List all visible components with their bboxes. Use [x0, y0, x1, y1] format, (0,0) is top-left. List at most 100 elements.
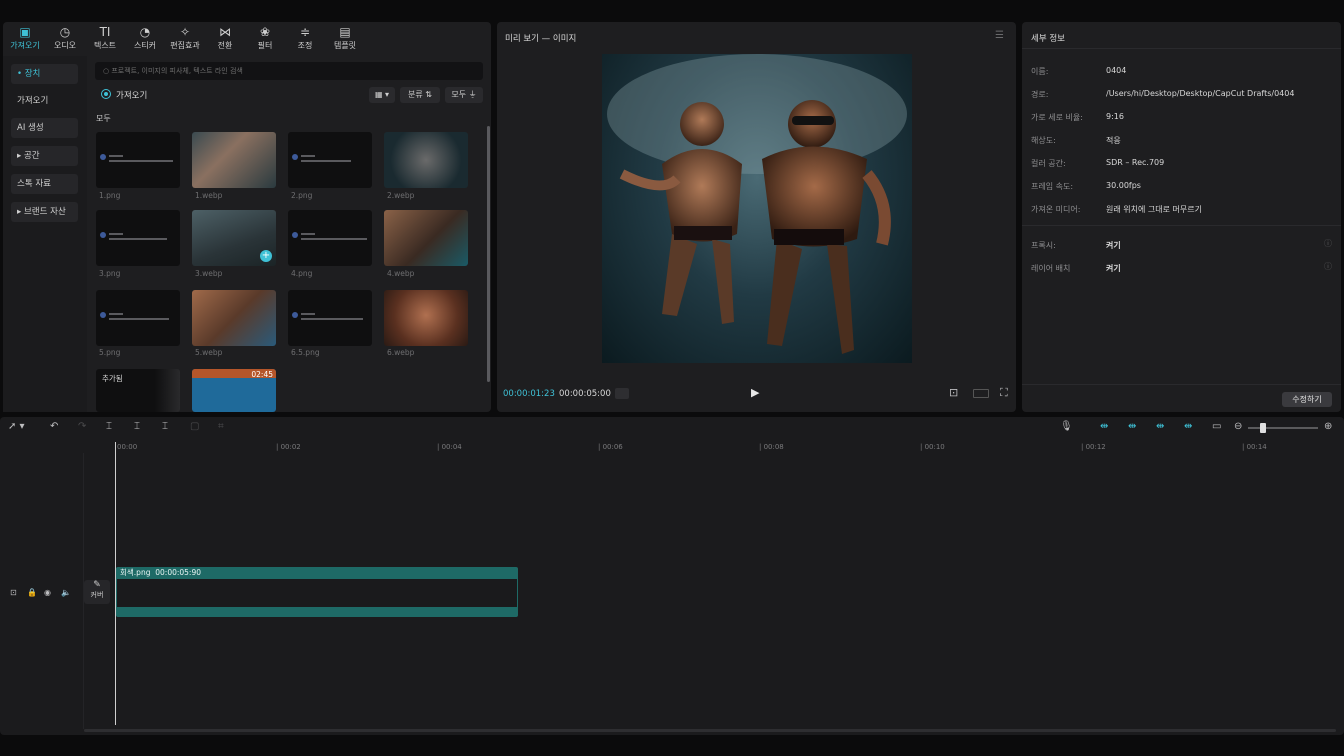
tab-adjust[interactable]: ≑ 조정	[285, 22, 325, 54]
timeline-clip-header[interactable]: 회색.png 00:00:05:90	[116, 567, 518, 579]
media-thumb[interactable]	[288, 132, 372, 188]
media-thumb[interactable]	[96, 210, 180, 266]
proxy-value[interactable]: 켜기	[1106, 240, 1121, 251]
sidebar-item-device[interactable]: • 장치	[11, 64, 78, 84]
current-time: 00:00:01:23	[503, 389, 555, 399]
thumb-image	[100, 312, 176, 326]
tab-label: 필터	[257, 41, 273, 50]
sidebar-item-brand[interactable]: ▸ 브랜드 자산	[11, 202, 78, 222]
video-duration: 02:45	[251, 370, 273, 379]
media-thumb[interactable]	[288, 210, 372, 266]
import-radio-icon[interactable]	[102, 90, 110, 98]
layer-value[interactable]: 켜기	[1106, 263, 1121, 274]
visibility-icon[interactable]: ◉	[44, 588, 51, 597]
zoom-in-icon[interactable]: ⊕	[1324, 421, 1332, 432]
thumb-label: 2.png	[291, 191, 313, 200]
ruler-tick: | 00:04	[437, 443, 462, 451]
detail-key: 프레임 속도:	[1031, 182, 1074, 191]
caption-icon[interactable]: ▭	[1212, 421, 1221, 432]
sidebar-item-ai[interactable]: AI 생성	[11, 118, 78, 138]
ratio-icon[interactable]	[973, 389, 989, 398]
detail-value: 원래 위치에 그대로 머무르기	[1106, 205, 1202, 214]
timeline-clip-body[interactable]	[116, 579, 518, 607]
tab-text[interactable]: TI 텍스트	[85, 22, 125, 54]
detail-key: 가져온 미디어:	[1031, 205, 1081, 214]
timecode-toggle-icon[interactable]	[615, 388, 629, 399]
tab-import[interactable]: ▣ 가져오기	[5, 22, 45, 54]
grid-icon: ▦ ▾	[374, 90, 390, 99]
info-icon[interactable]: ⓘ	[1324, 261, 1332, 272]
media-thumb[interactable]	[192, 290, 276, 346]
split-icon[interactable]: ⌶	[106, 421, 112, 432]
link-icon[interactable]: ⇹	[1100, 421, 1108, 432]
microphone-icon[interactable]: 🎙	[1060, 421, 1073, 432]
media-panel: ▣ 가져오기 ◷ 오디오 TI 텍스트 ◔ 스티커 ✧ 편집효과 ⋈ 전환 ❀ 필터 ≑ 조정 …	[3, 22, 491, 412]
sidebar-item-space[interactable]: ▸ 공간	[11, 146, 78, 166]
delete-icon[interactable]: ▢	[190, 421, 199, 432]
screenshot-icon[interactable]: ⊡	[949, 386, 958, 399]
undo-icon[interactable]: ↶	[50, 421, 58, 432]
mute-icon[interactable]: 🔈	[61, 588, 71, 597]
tab-effects[interactable]: ✧ 편집효과	[165, 22, 205, 54]
lock-icon[interactable]: 🔒	[27, 588, 37, 597]
detail-value: SDR – Rec.709	[1106, 158, 1165, 167]
split-right-icon[interactable]: ⌶	[162, 421, 168, 432]
import-label[interactable]: 가져오기	[116, 89, 147, 101]
thumb-image	[100, 154, 176, 168]
preview-panel: 미리 보기 — 이미지 ☰ 00:00:01:23 00:00:05:00 ▶ …	[497, 22, 1016, 412]
thumb-image	[100, 232, 176, 246]
sidebar-item-import[interactable]: 가져오기	[11, 91, 78, 111]
media-thumb[interactable]: 추가됨	[96, 369, 180, 412]
tab-transition[interactable]: ⋈ 전환	[205, 22, 245, 54]
tab-sticker[interactable]: ◔ 스티커	[125, 22, 165, 54]
detail-value: 적응	[1106, 136, 1121, 145]
edit-button[interactable]: 수정하기	[1282, 392, 1332, 407]
zoom-out-icon[interactable]: ⊖	[1234, 421, 1242, 432]
redo-icon[interactable]: ↷	[78, 421, 86, 432]
sort-button[interactable]: 분류 ⇅	[400, 87, 440, 103]
media-thumb[interactable]	[384, 290, 468, 346]
media-thumb[interactable]	[96, 132, 180, 188]
playhead[interactable]	[115, 442, 116, 725]
menu-icon[interactable]: ☰	[995, 30, 1004, 41]
view-toggle-button[interactable]: ▦ ▾	[369, 87, 395, 103]
media-thumb[interactable]	[288, 290, 372, 346]
divider	[1022, 225, 1341, 226]
media-scrollbar[interactable]	[487, 126, 490, 382]
search-input[interactable]: ○ 프로젝트, 이미지의 피사체, 텍스트 라인 검색	[95, 62, 483, 80]
select-cursor-icon[interactable]: ➚ ▾	[8, 421, 25, 432]
media-thumb[interactable]	[96, 290, 180, 346]
zoom-slider-handle[interactable]	[1260, 423, 1266, 433]
cover-label: 커버	[90, 591, 104, 599]
detail-key: 컬러 공간:	[1031, 159, 1066, 168]
crop-icon[interactable]: ⌗	[218, 421, 224, 432]
tab-audio[interactable]: ◷ 오디오	[45, 22, 85, 54]
preview-axis-icon[interactable]: ⇹	[1184, 421, 1192, 432]
split-left-icon[interactable]: ⌶	[134, 421, 140, 432]
media-thumb[interactable]: +	[192, 210, 276, 266]
cover-button[interactable]: ✎ 커버	[84, 580, 110, 604]
clip-name: 회색.png	[120, 568, 151, 577]
timeline-ruler[interactable]: 00:00 | 00:02 | 00:04 | 00:06 | 00:08 | …	[115, 439, 1344, 453]
thumb-label: 5.png	[99, 348, 121, 357]
media-thumb[interactable]	[192, 132, 276, 188]
zoom-slider[interactable]	[1248, 427, 1318, 429]
ruler-tick: 00:00	[117, 443, 138, 451]
media-thumb[interactable]	[384, 132, 468, 188]
timeline-scrollbar[interactable]	[84, 729, 1336, 732]
timeline-clip-footer[interactable]	[116, 607, 518, 617]
media-thumb[interactable]	[384, 210, 468, 266]
add-icon[interactable]: +	[260, 250, 272, 262]
tab-template[interactable]: ▤ 템플릿	[325, 22, 365, 54]
tab-label: 텍스트	[93, 41, 117, 50]
track-toggle-icon[interactable]: ⊡	[10, 588, 17, 597]
snap-icon[interactable]: ⇹	[1128, 421, 1136, 432]
sidebar-item-stock[interactable]: 스톡 자료	[11, 174, 78, 194]
play-icon[interactable]: ▶	[751, 386, 759, 399]
video-thumb[interactable]: 02:45	[192, 369, 276, 412]
filter-button[interactable]: 모두 ⏚	[445, 87, 483, 103]
tab-filter[interactable]: ❀ 필터	[245, 22, 285, 54]
info-icon[interactable]: ⓘ	[1324, 238, 1332, 249]
linkage-icon[interactable]: ⇹	[1156, 421, 1164, 432]
fullscreen-icon[interactable]: ⛶	[1000, 386, 1008, 400]
